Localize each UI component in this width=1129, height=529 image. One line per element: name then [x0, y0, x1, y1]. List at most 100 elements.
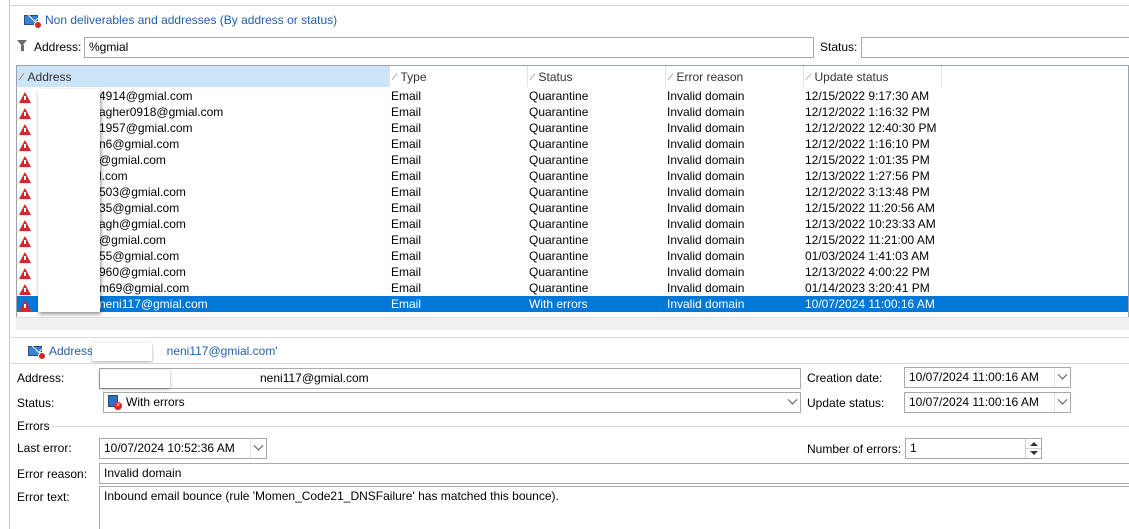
cell-type: Email — [391, 137, 422, 151]
cell-address: 55@gmial.com — [99, 249, 180, 263]
filter-status-input[interactable] — [861, 37, 1129, 58]
sort-icon: ⁄ — [670, 71, 672, 82]
update-status-picker[interactable]: 10/07/2024 11:00:16 AM — [904, 392, 1071, 413]
error-text-area[interactable]: Inbound email bounce (rule 'Momen_Code21… — [99, 486, 1129, 529]
cell-error-reason: Invalid domain — [667, 281, 745, 295]
cell-type: Email — [391, 169, 422, 183]
error-text-label: Error text: — [17, 490, 70, 504]
chevron-down-icon[interactable] — [784, 393, 800, 412]
update-status-label: Update status: — [807, 396, 885, 410]
cell-type: Email — [391, 153, 422, 167]
cell-status: Quarantine — [529, 153, 589, 167]
cell-address: 960@gmial.com — [99, 265, 186, 279]
chevron-down-icon[interactable] — [1054, 368, 1070, 387]
cell-update-status: 12/12/2022 3:13:48 PM — [805, 185, 930, 199]
table-row[interactable]: neni117@gmial.com Email With errors Invalid… — [17, 296, 1128, 312]
cell-status: With errors — [529, 297, 588, 311]
cell-type: Email — [391, 105, 422, 119]
sort-icon: ⁄ — [808, 71, 810, 82]
warning-triangle-icon — [19, 234, 31, 247]
cell-status: Quarantine — [529, 233, 589, 247]
table-row[interactable]: 55@gmial.com Email Quarantine Invalid domai… — [17, 248, 1128, 264]
table-row[interactable]: 35@gmial.com Email Quarantine Invalid domai… — [17, 200, 1128, 216]
cell-error-reason: Invalid domain — [667, 185, 745, 199]
cell-error-reason: Invalid domain — [667, 169, 745, 183]
error-reason-input[interactable]: Invalid domain — [99, 463, 1129, 484]
table-row[interactable]: 503@gmial.com Email Quarantine Invalid doma… — [17, 184, 1128, 200]
cell-address: agher0918@gmial.com — [99, 105, 224, 119]
cell-type: Email — [391, 121, 422, 135]
table-row[interactable]: 960@gmial.com Email Quarantine Invalid doma… — [17, 264, 1128, 280]
cell-address: @gmial.com — [99, 153, 166, 167]
cell-type: Email — [391, 217, 422, 231]
errors-group-line — [50, 426, 1129, 427]
cell-error-reason: Invalid domain — [667, 297, 745, 311]
cell-status: Quarantine — [529, 105, 589, 119]
chevron-down-icon[interactable] — [250, 439, 266, 458]
cell-address: m69@gmial.com — [99, 281, 190, 295]
sort-icon: ⁄ — [532, 71, 534, 82]
cell-error-reason: Invalid domain — [667, 105, 745, 119]
sort-icon: ⁄ — [21, 71, 23, 82]
creation-date-picker[interactable]: 10/07/2024 11:00:16 AM — [904, 367, 1071, 388]
mail-error-icon — [28, 344, 46, 360]
detail-title: Address ' neni117@gmial.com' — [28, 343, 278, 360]
cell-error-reason: Invalid domain — [667, 201, 745, 215]
last-error-picker[interactable]: 10/07/2024 10:52:36 AM — [99, 438, 267, 459]
table-row[interactable]: @gmial.com Email Quarantine Invalid domain 1… — [17, 152, 1128, 168]
filter-address-input[interactable]: %gmial — [84, 37, 814, 58]
results-grid[interactable]: ⁄ Address ⁄ Type ⁄ Status ⁄ Error reason… — [16, 65, 1129, 330]
cell-status: Quarantine — [529, 89, 589, 103]
table-row[interactable]: n6@gmial.com Email Quarantine Invalid domai… — [17, 136, 1128, 152]
table-row[interactable]: 1957@gmial.com Email Quarantine Invalid dom… — [17, 120, 1128, 136]
cell-type: Email — [391, 185, 422, 199]
cell-type: Email — [391, 297, 422, 311]
cell-address: 1957@gmial.com — [99, 121, 193, 135]
number-of-errors-label: Number of errors: — [807, 442, 902, 456]
last-error-label: Last error: — [17, 441, 72, 455]
creation-date-label: Creation date: — [807, 371, 883, 385]
column-header-type[interactable]: ⁄ Type — [390, 66, 528, 87]
column-header-address[interactable]: ⁄ Address — [17, 66, 390, 87]
frame-left-border — [9, 0, 10, 529]
cell-update-status: 10/07/2024 11:00:16 AM — [805, 297, 935, 311]
cell-type: Email — [391, 89, 422, 103]
cell-update-status: 12/15/2022 11:21:00 AM — [805, 233, 935, 247]
column-header-update-status[interactable]: ⁄ Update status — [804, 66, 942, 87]
number-of-errors-stepper[interactable]: 1 — [905, 438, 1042, 459]
cell-error-reason: Invalid domain — [667, 233, 745, 247]
table-row[interactable]: agher0918@gmial.com Email Quarantine Invali… — [17, 104, 1128, 120]
warning-triangle-icon — [19, 154, 31, 167]
cell-status: Quarantine — [529, 249, 589, 263]
cell-type: Email — [391, 265, 422, 279]
detail-address-input[interactable]: neni117@gmial.com — [99, 368, 801, 389]
cell-status: Quarantine — [529, 217, 589, 231]
warning-triangle-icon — [19, 266, 31, 279]
cell-address: l.com — [99, 169, 128, 183]
cell-type: Email — [391, 281, 422, 295]
warning-triangle-icon — [19, 122, 31, 135]
error-status-icon: × — [108, 395, 122, 410]
table-row[interactable]: agh@gmial.com Email Quarantine Invalid doma… — [17, 216, 1128, 232]
cell-address: @gmial.com — [99, 233, 166, 247]
cell-update-status: 01/03/2024 1:41:03 AM — [805, 249, 930, 263]
table-row[interactable]: m69@gmial.com Email Quarantine Invalid doma… — [17, 280, 1128, 296]
warning-triangle-icon — [19, 218, 31, 231]
chevron-down-icon[interactable] — [1054, 393, 1070, 412]
filter-status-label: Status: — [820, 40, 858, 54]
cell-update-status: 12/15/2022 9:17:30 AM — [805, 89, 930, 103]
detail-status-label: Status: — [17, 396, 55, 410]
cell-status: Quarantine — [529, 265, 589, 279]
table-row[interactable]: 4914@gmial.com Email Quarantine Invalid dom… — [17, 88, 1128, 104]
cell-update-status: 12/12/2022 12:40:30 PM — [805, 121, 937, 135]
cell-address: 4914@gmial.com — [99, 89, 193, 103]
table-row[interactable]: @gmial.com Email Quarantine Invalid domain 1… — [17, 232, 1128, 248]
spinner-arrows-icon[interactable] — [1025, 439, 1041, 458]
detail-status-select[interactable]: × With errors — [103, 392, 801, 413]
table-row[interactable]: l.com Email Quarantine Invalid domain 12/13/… — [17, 168, 1128, 184]
column-header-error-reason[interactable]: ⁄ Error reason — [666, 66, 804, 87]
cell-error-reason: Invalid domain — [667, 153, 745, 167]
column-header-status[interactable]: ⁄ Status — [528, 66, 666, 87]
cell-error-reason: Invalid domain — [667, 137, 745, 151]
sort-icon: ⁄ — [394, 71, 396, 82]
